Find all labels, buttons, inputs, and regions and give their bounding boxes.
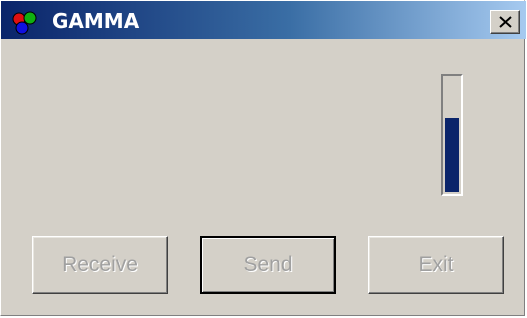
receive-button[interactable]: Receive — [32, 236, 168, 294]
send-button[interactable]: Send — [200, 236, 336, 294]
title-bar[interactable]: GAMMA — [1, 1, 526, 39]
window-title: GAMMA — [52, 9, 140, 33]
close-x-icon — [499, 16, 512, 28]
vertical-progress-bar — [441, 74, 463, 196]
exit-button[interactable]: Exit — [368, 236, 504, 294]
app-window: GAMMA Receive Send Exit — [0, 0, 526, 316]
rgb-circles-icon — [12, 11, 37, 35]
close-button[interactable] — [490, 10, 520, 34]
progress-fill — [445, 118, 459, 192]
